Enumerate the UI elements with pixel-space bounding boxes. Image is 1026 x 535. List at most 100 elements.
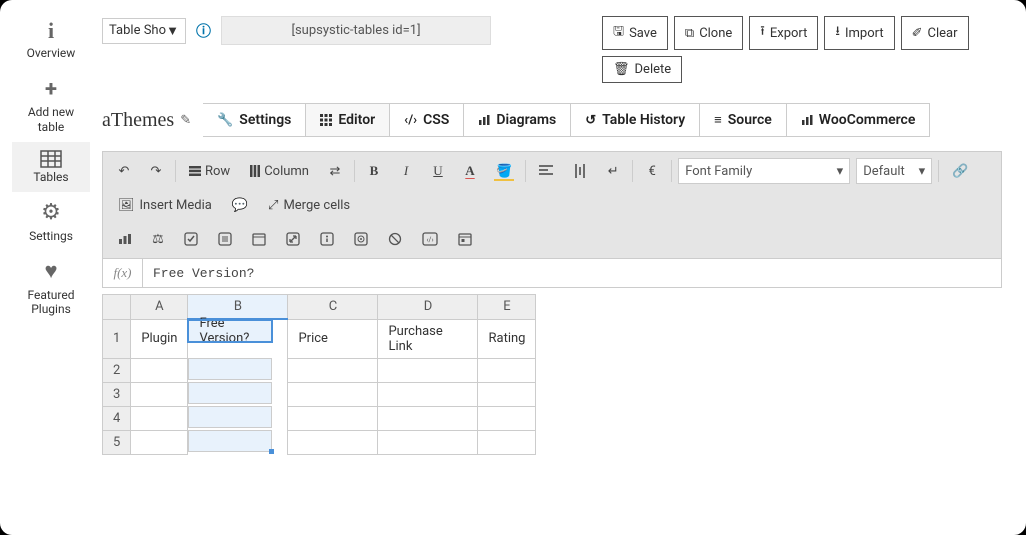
tab-css[interactable]: ‹/›CSS xyxy=(390,103,464,137)
save-label: Save xyxy=(629,26,657,41)
cell[interactable]: Rating xyxy=(478,319,536,358)
underline-button[interactable]: U xyxy=(425,158,451,184)
date-tool-icon[interactable] xyxy=(451,226,479,252)
row-header[interactable]: 2 xyxy=(103,358,131,382)
tab-editor[interactable]: Editor xyxy=(306,103,390,137)
shortcode-type-select[interactable]: Table Shoı ▼ xyxy=(102,18,186,44)
tab-settings[interactable]: 🔧Settings xyxy=(203,103,306,137)
cell[interactable] xyxy=(131,382,188,406)
corner-cell[interactable] xyxy=(103,295,131,320)
edit-name-icon[interactable]: ✎ xyxy=(180,112,191,128)
list-tool-icon[interactable] xyxy=(211,226,239,252)
row-header[interactable]: 1 xyxy=(103,319,131,358)
cell[interactable] xyxy=(131,406,188,430)
col-header-a[interactable]: A xyxy=(131,295,188,320)
sidebar-item-featured-plugins[interactable]: ♥ Featured Plugins xyxy=(12,251,90,324)
cell[interactable] xyxy=(378,358,478,382)
cell[interactable]: Plugin xyxy=(131,319,188,358)
row-header[interactable]: 4 xyxy=(103,406,131,430)
cell[interactable] xyxy=(131,430,188,454)
column-button[interactable]: Column xyxy=(243,158,316,184)
info-icon[interactable]: ⓘ xyxy=(196,20,211,41)
align-left-icon[interactable] xyxy=(532,158,560,184)
cell[interactable]: Purchase Link xyxy=(378,319,478,358)
align-middle-icon[interactable] xyxy=(566,158,594,184)
cell[interactable] xyxy=(378,406,478,430)
tab-label: WooCommerce xyxy=(819,112,916,128)
font-family-select[interactable]: Font Family▾ xyxy=(678,158,850,184)
export-button[interactable]: ⭱Export xyxy=(749,16,818,50)
swap-icon[interactable]: ⇄ xyxy=(322,158,348,184)
cell[interactable] xyxy=(188,358,272,380)
svg-text:‹/›: ‹/› xyxy=(426,236,433,244)
save-button[interactable]: 🖫Save xyxy=(602,16,668,50)
checkbox-tool-icon[interactable] xyxy=(177,226,205,252)
cell[interactable] xyxy=(288,382,378,406)
sidebar-item-overview[interactable]: i Overview xyxy=(12,10,90,69)
font-size-select[interactable]: Default▾ xyxy=(856,158,932,184)
cell[interactable]: Price xyxy=(288,319,378,358)
insert-media-button[interactable]: 🖼Insert Media xyxy=(111,192,219,218)
fill-color-button[interactable]: 🪣 xyxy=(489,158,519,184)
sidebar-item-add-new-table[interactable]: + Add new table xyxy=(12,69,90,142)
chart-icon[interactable] xyxy=(111,226,139,252)
table-icon xyxy=(40,150,62,168)
formula-input[interactable] xyxy=(143,260,1001,287)
cell[interactable] xyxy=(378,382,478,406)
row-header[interactable]: 5 xyxy=(103,430,131,454)
currency-button[interactable]: € xyxy=(639,158,665,184)
comment-button[interactable]: 💬 xyxy=(225,192,255,218)
sidebar-item-settings[interactable]: ⚙ Settings xyxy=(12,192,90,251)
tab-woocommerce[interactable]: WooCommerce xyxy=(787,103,931,137)
tab-label: Table History xyxy=(602,112,685,128)
cell[interactable] xyxy=(188,406,272,428)
cell-active[interactable]: Free Version? xyxy=(188,320,272,342)
cell[interactable] xyxy=(378,430,478,454)
row-button[interactable]: Row xyxy=(182,158,237,184)
tab-source[interactable]: ≡ Source xyxy=(700,103,787,137)
tab-table-history[interactable]: ↺Table History xyxy=(571,103,700,137)
shortcode-field[interactable]: [supsystic-tables id=1] xyxy=(221,16,491,45)
sidebar-item-tables[interactable]: Tables xyxy=(12,142,90,192)
col-header-d[interactable]: D xyxy=(378,295,478,320)
cell[interactable] xyxy=(478,358,536,382)
cell[interactable] xyxy=(288,358,378,382)
cell[interactable] xyxy=(188,382,272,404)
separator xyxy=(671,160,672,182)
fill-handle[interactable] xyxy=(269,449,274,454)
delete-button[interactable]: 🗑Delete xyxy=(602,56,682,83)
target-tool-icon[interactable] xyxy=(347,226,375,252)
cell[interactable] xyxy=(478,430,536,454)
link-button[interactable]: 🔗 xyxy=(945,158,975,184)
cell[interactable] xyxy=(188,430,272,452)
wrap-text-icon[interactable]: ↵ xyxy=(600,158,626,184)
redo-button[interactable]: ↷ xyxy=(143,158,169,184)
undo-button[interactable]: ↶ xyxy=(111,158,137,184)
fullscreen-tool-icon[interactable] xyxy=(279,226,307,252)
balance-icon[interactable]: ⚖ xyxy=(145,226,171,252)
row-header[interactable]: 3 xyxy=(103,382,131,406)
merge-cells-button[interactable]: ⤢Merge cells xyxy=(261,192,357,218)
cell[interactable] xyxy=(288,406,378,430)
col-header-e[interactable]: E xyxy=(478,295,536,320)
cell[interactable] xyxy=(478,382,536,406)
calendar-tool-icon[interactable] xyxy=(245,226,273,252)
html-tool-icon[interactable]: ‹/› xyxy=(415,226,445,252)
block-tool-icon[interactable] xyxy=(381,226,409,252)
formula-label: f(x) xyxy=(103,259,143,287)
bold-button[interactable]: B xyxy=(361,158,387,184)
col-header-c[interactable]: C xyxy=(288,295,378,320)
clear-button[interactable]: ✐Clear xyxy=(901,16,969,50)
separator xyxy=(354,160,355,182)
clone-button[interactable]: ⧉Clone xyxy=(674,16,743,50)
italic-button[interactable]: I xyxy=(393,158,419,184)
cell[interactable] xyxy=(478,406,536,430)
tab-label: Source xyxy=(728,112,772,128)
import-button[interactable]: ⭳Import xyxy=(824,16,894,50)
cell[interactable] xyxy=(288,430,378,454)
cell[interactable] xyxy=(131,358,188,382)
tab-diagrams[interactable]: Diagrams xyxy=(464,103,571,137)
stack-icon: ≡ xyxy=(714,112,722,128)
font-color-button[interactable]: A xyxy=(457,158,483,184)
info-tool-icon[interactable] xyxy=(313,226,341,252)
